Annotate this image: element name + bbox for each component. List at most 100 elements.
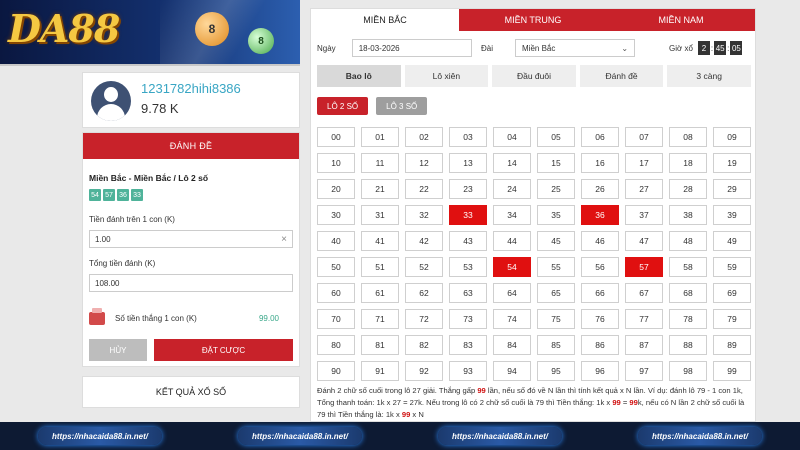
number-cell-23[interactable]: 23	[449, 179, 487, 199]
number-cell-25[interactable]: 25	[537, 179, 575, 199]
number-cell-70[interactable]: 70	[317, 309, 355, 329]
number-cell-62[interactable]: 62	[405, 283, 443, 303]
number-cell-27[interactable]: 27	[625, 179, 663, 199]
number-cell-05[interactable]: 05	[537, 127, 575, 147]
tab-lo-3-so[interactable]: LÔ 3 SỐ	[376, 97, 428, 115]
number-cell-92[interactable]: 92	[405, 361, 443, 381]
number-cell-83[interactable]: 83	[449, 335, 487, 355]
number-cell-21[interactable]: 21	[361, 179, 399, 199]
number-cell-95[interactable]: 95	[537, 361, 575, 381]
number-cell-26[interactable]: 26	[581, 179, 619, 199]
number-cell-89[interactable]: 89	[713, 335, 751, 355]
number-cell-76[interactable]: 76	[581, 309, 619, 329]
number-cell-73[interactable]: 73	[449, 309, 487, 329]
number-cell-52[interactable]: 52	[405, 257, 443, 277]
number-cell-38[interactable]: 38	[669, 205, 707, 225]
number-cell-10[interactable]: 10	[317, 153, 355, 173]
number-cell-16[interactable]: 16	[581, 153, 619, 173]
number-cell-40[interactable]: 40	[317, 231, 355, 251]
number-cell-78[interactable]: 78	[669, 309, 707, 329]
number-cell-68[interactable]: 68	[669, 283, 707, 303]
number-cell-85[interactable]: 85	[537, 335, 575, 355]
number-cell-79[interactable]: 79	[713, 309, 751, 329]
number-cell-42[interactable]: 42	[405, 231, 443, 251]
number-cell-50[interactable]: 50	[317, 257, 355, 277]
number-cell-59[interactable]: 59	[713, 257, 751, 277]
number-cell-61[interactable]: 61	[361, 283, 399, 303]
number-cell-64[interactable]: 64	[493, 283, 531, 303]
number-cell-55[interactable]: 55	[537, 257, 575, 277]
footer-link[interactable]: https://nhacaida88.in.net/	[637, 427, 762, 445]
number-cell-14[interactable]: 14	[493, 153, 531, 173]
number-cell-04[interactable]: 04	[493, 127, 531, 147]
number-cell-43[interactable]: 43	[449, 231, 487, 251]
number-cell-54[interactable]: 54	[493, 257, 531, 277]
number-cell-46[interactable]: 46	[581, 231, 619, 251]
number-cell-94[interactable]: 94	[493, 361, 531, 381]
number-cell-63[interactable]: 63	[449, 283, 487, 303]
avatar[interactable]	[91, 81, 131, 121]
number-cell-39[interactable]: 39	[713, 205, 751, 225]
footer-link[interactable]: https://nhacaida88.in.net/	[37, 427, 162, 445]
number-cell-74[interactable]: 74	[493, 309, 531, 329]
tab-mien-nam[interactable]: MIỀN NAM	[607, 9, 755, 31]
number-cell-09[interactable]: 09	[713, 127, 751, 147]
number-cell-36[interactable]: 36	[581, 205, 619, 225]
number-cell-35[interactable]: 35	[537, 205, 575, 225]
number-cell-91[interactable]: 91	[361, 361, 399, 381]
selected-number-chip[interactable]: 33	[131, 189, 143, 201]
per-unit-amount-input[interactable]: 1.00 ×	[89, 230, 293, 248]
number-cell-69[interactable]: 69	[713, 283, 751, 303]
number-cell-88[interactable]: 88	[669, 335, 707, 355]
number-cell-11[interactable]: 11	[361, 153, 399, 173]
number-cell-02[interactable]: 02	[405, 127, 443, 147]
number-cell-31[interactable]: 31	[361, 205, 399, 225]
number-cell-98[interactable]: 98	[669, 361, 707, 381]
number-cell-20[interactable]: 20	[317, 179, 355, 199]
tab-lo-xien[interactable]: Lô xiên	[404, 65, 489, 87]
number-cell-58[interactable]: 58	[669, 257, 707, 277]
number-cell-34[interactable]: 34	[493, 205, 531, 225]
number-cell-66[interactable]: 66	[581, 283, 619, 303]
number-cell-12[interactable]: 12	[405, 153, 443, 173]
number-cell-57[interactable]: 57	[625, 257, 663, 277]
number-cell-96[interactable]: 96	[581, 361, 619, 381]
number-cell-29[interactable]: 29	[713, 179, 751, 199]
number-cell-97[interactable]: 97	[625, 361, 663, 381]
number-cell-22[interactable]: 22	[405, 179, 443, 199]
cancel-button[interactable]: HỦY	[89, 339, 147, 361]
selected-number-chip[interactable]: 54	[89, 189, 101, 201]
number-cell-82[interactable]: 82	[405, 335, 443, 355]
number-cell-86[interactable]: 86	[581, 335, 619, 355]
number-cell-77[interactable]: 77	[625, 309, 663, 329]
number-cell-28[interactable]: 28	[669, 179, 707, 199]
number-cell-99[interactable]: 99	[713, 361, 751, 381]
number-cell-75[interactable]: 75	[537, 309, 575, 329]
number-cell-51[interactable]: 51	[361, 257, 399, 277]
number-cell-49[interactable]: 49	[713, 231, 751, 251]
selected-number-chip[interactable]: 36	[117, 189, 129, 201]
number-cell-53[interactable]: 53	[449, 257, 487, 277]
brand-logo[interactable]: DA88	[8, 6, 120, 51]
number-cell-81[interactable]: 81	[361, 335, 399, 355]
tab-dau-duoi[interactable]: Đầu đuôi	[492, 65, 576, 87]
number-cell-01[interactable]: 01	[361, 127, 399, 147]
place-bet-button[interactable]: ĐẶT CƯỢC	[154, 339, 293, 361]
tab-3-cang[interactable]: 3 càng	[667, 65, 751, 87]
number-cell-41[interactable]: 41	[361, 231, 399, 251]
number-cell-15[interactable]: 15	[537, 153, 575, 173]
footer-link[interactable]: https://nhacaida88.in.net/	[237, 427, 362, 445]
tab-danh-de[interactable]: Đánh đề	[579, 65, 664, 87]
number-cell-48[interactable]: 48	[669, 231, 707, 251]
number-cell-67[interactable]: 67	[625, 283, 663, 303]
number-cell-30[interactable]: 30	[317, 205, 355, 225]
number-cell-19[interactable]: 19	[713, 153, 751, 173]
number-cell-72[interactable]: 72	[405, 309, 443, 329]
number-cell-07[interactable]: 07	[625, 127, 663, 147]
number-cell-93[interactable]: 93	[449, 361, 487, 381]
selected-number-chip[interactable]: 57	[103, 189, 115, 201]
number-cell-32[interactable]: 32	[405, 205, 443, 225]
number-cell-18[interactable]: 18	[669, 153, 707, 173]
tab-mien-bac[interactable]: MIỀN BẮC	[311, 9, 459, 31]
number-cell-56[interactable]: 56	[581, 257, 619, 277]
